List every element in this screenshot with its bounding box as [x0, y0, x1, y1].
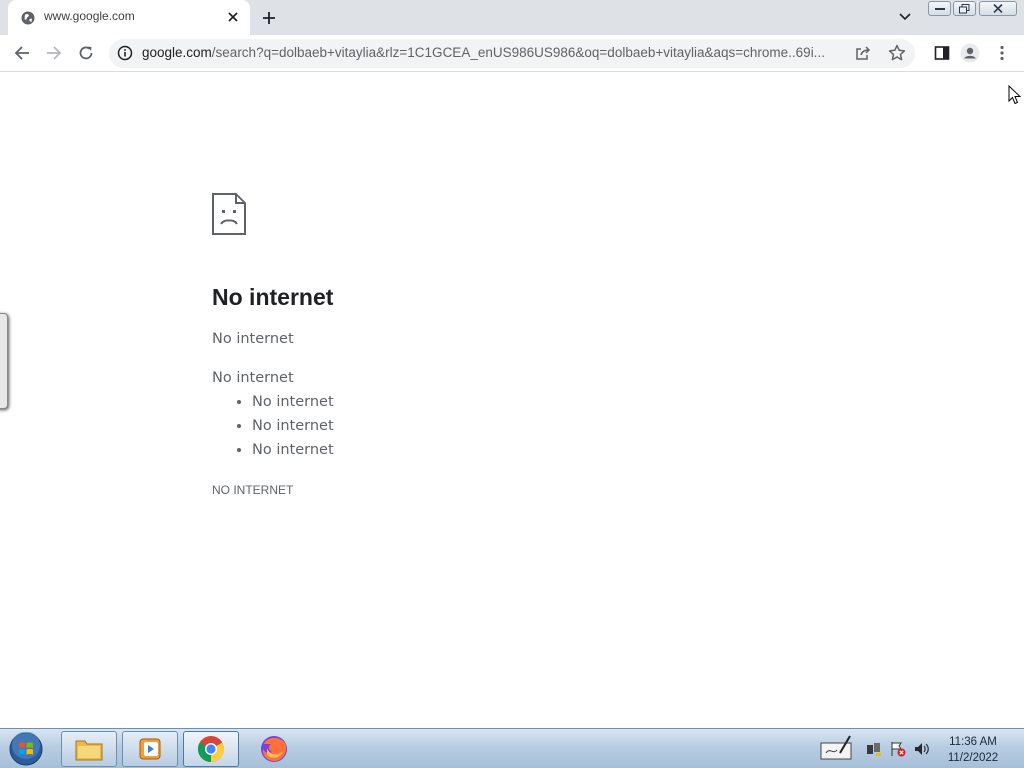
- firefox-icon[interactable]: [246, 731, 302, 767]
- windows-explorer-icon[interactable]: [61, 731, 117, 767]
- star-icon[interactable]: [888, 44, 906, 66]
- action-center-flag-icon[interactable]: [890, 741, 906, 761]
- error-title: No internet: [212, 284, 334, 310]
- globe-icon: [21, 10, 35, 29]
- start-button[interactable]: [5, 732, 47, 766]
- suggestion-item: No internet: [252, 394, 334, 418]
- try-label: No internet: [212, 370, 294, 386]
- suggestion-item: No internet: [252, 442, 334, 466]
- side-gadget-handle[interactable]: [0, 313, 8, 409]
- suggestion-item: No internet: [252, 418, 334, 442]
- profile-icon[interactable]: [956, 39, 984, 67]
- clock-time: 11:36 AM: [949, 736, 997, 748]
- forward-icon[interactable]: [40, 39, 68, 67]
- chrome-icon[interactable]: [183, 731, 239, 767]
- back-icon[interactable]: [8, 39, 36, 67]
- browser-tab[interactable]: www.google.com: [8, 0, 250, 35]
- url-text[interactable]: google.com/search?q=dolbaeb+vitaylia&rlz…: [142, 45, 825, 60]
- tab-title: www.google.com: [44, 9, 135, 23]
- error-subtitle: No internet: [212, 331, 294, 347]
- mouse-cursor-icon: [1008, 84, 1022, 109]
- minimize-button[interactable]: [928, 1, 951, 16]
- share-icon[interactable]: [855, 45, 871, 65]
- error-code: NO INTERNET: [212, 483, 294, 497]
- browser-toolbar: google.com/search?q=dolbaeb+vitaylia&rlz…: [0, 35, 1024, 72]
- offline-document-icon: [212, 193, 246, 239]
- restore-button[interactable]: [953, 1, 976, 16]
- tray-pen-icon[interactable]: [820, 735, 854, 765]
- tab-strip: www.google.com: [0, 0, 1024, 35]
- volume-icon[interactable]: [914, 741, 930, 761]
- chevron-down-icon[interactable]: [896, 9, 914, 25]
- new-tab-icon[interactable]: [259, 8, 279, 28]
- taskbar: 11:36 AM 11/2/2022: [0, 728, 1024, 768]
- close-icon[interactable]: [224, 8, 242, 26]
- network-icon[interactable]: [866, 741, 882, 761]
- info-icon[interactable]: [117, 45, 133, 65]
- address-bar[interactable]: google.com/search?q=dolbaeb+vitaylia&rlz…: [109, 39, 915, 68]
- url-host: google.com: [142, 45, 212, 60]
- window-close-button[interactable]: [979, 1, 1017, 16]
- reload-icon[interactable]: [72, 39, 100, 67]
- url-path: /search?q=dolbaeb+vitaylia&rlz=1C1GCEA_e…: [211, 45, 825, 60]
- clock-date: 11/2/2022: [947, 752, 999, 764]
- side-panel-icon[interactable]: [928, 39, 956, 67]
- media-player-icon[interactable]: [122, 731, 178, 767]
- taskbar-clock[interactable]: 11:36 AM 11/2/2022: [936, 734, 1010, 766]
- suggestion-list: No internet No internet No internet: [212, 394, 334, 466]
- menu-icon[interactable]: [988, 39, 1016, 67]
